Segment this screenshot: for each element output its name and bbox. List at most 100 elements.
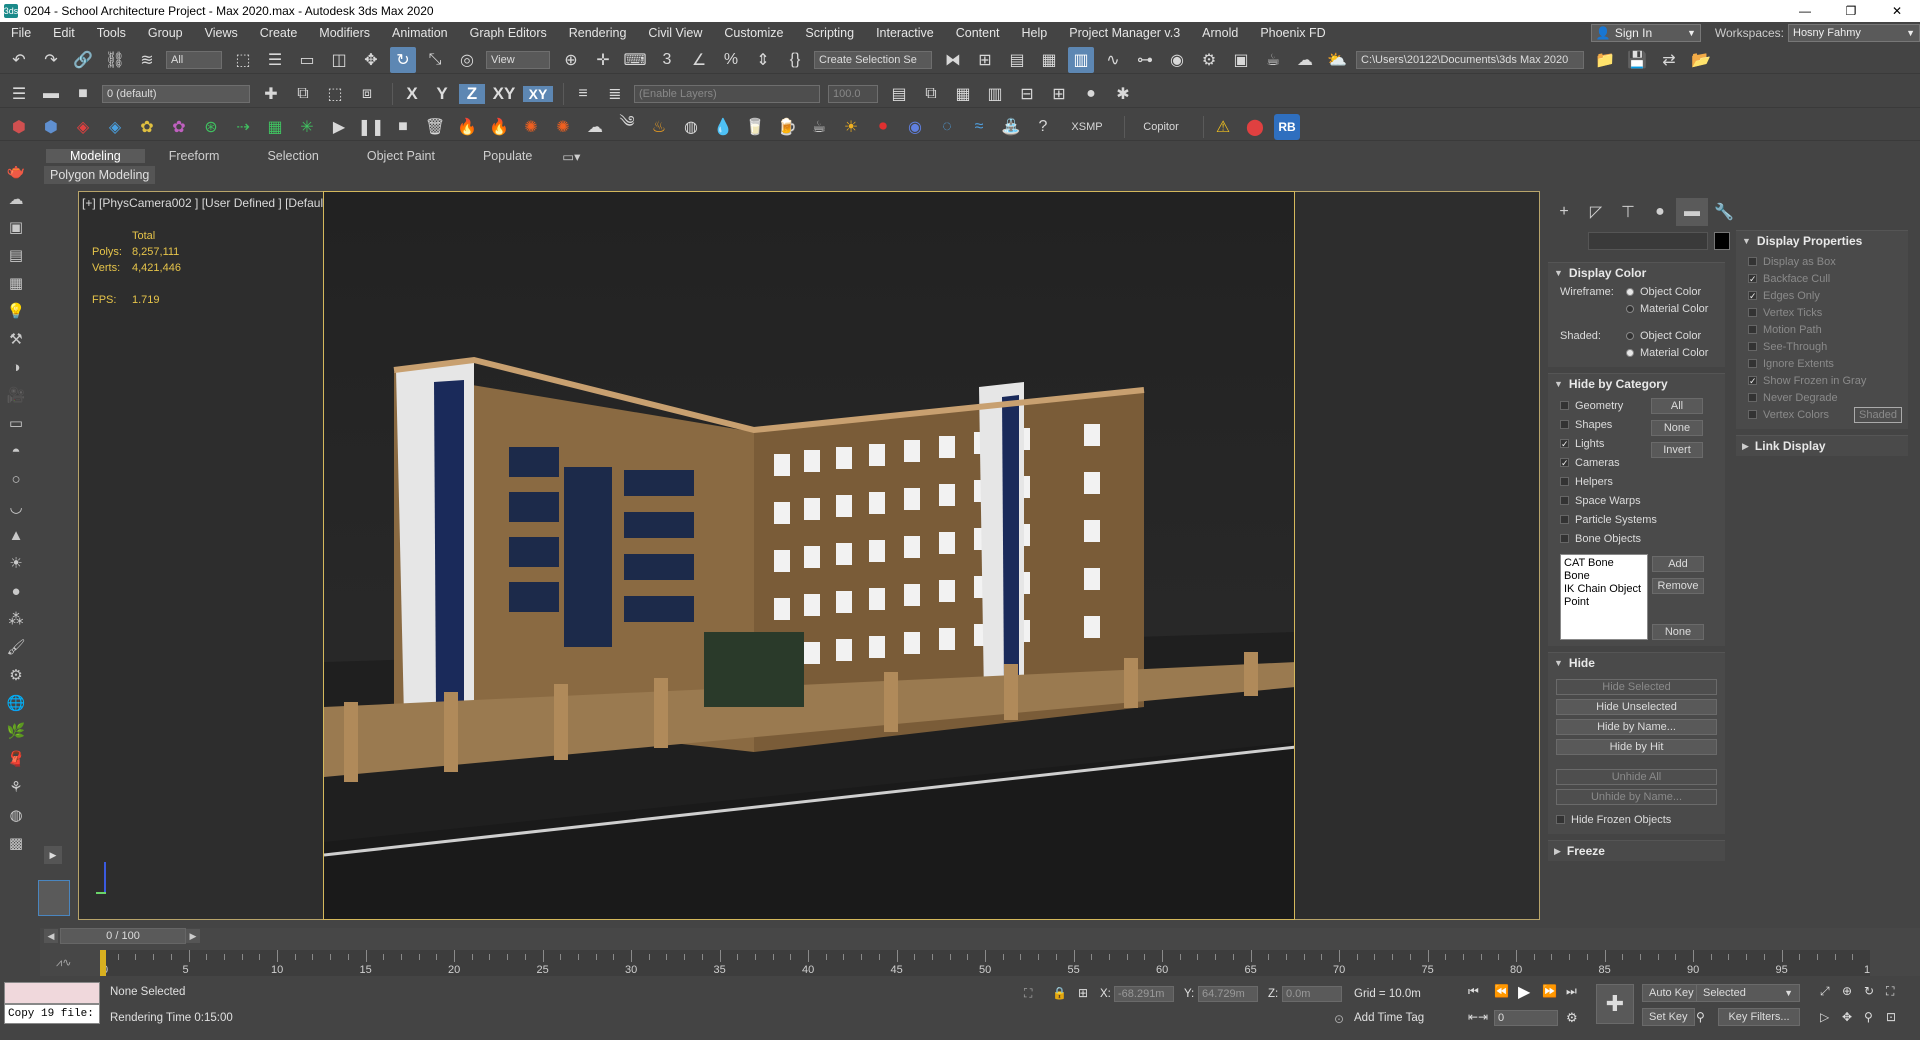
next-key-icon[interactable]: ⏩ — [1542, 984, 1557, 998]
fire-red-icon[interactable]: ◈ — [70, 114, 96, 140]
sphere-icon[interactable]: ○ — [3, 465, 29, 493]
milk-icon[interactable]: 🥛 — [742, 114, 768, 140]
axis-y-button[interactable]: Y — [429, 84, 455, 104]
create-layer-icon[interactable]: ✚ — [258, 81, 284, 107]
add-layer-icon[interactable]: ⊞ — [1046, 81, 1072, 107]
restore-button[interactable]: ❐ — [1828, 0, 1874, 22]
help-icon[interactable]: ? — [1030, 114, 1056, 140]
workspace-combo[interactable]: Hosny Fahmy ▼ — [1788, 24, 1920, 42]
smoke-icon[interactable]: ☁ — [582, 114, 608, 140]
motion-path-checkbox[interactable] — [1748, 325, 1757, 334]
rollout-hide-header[interactable]: ▼ Hide — [1548, 653, 1725, 673]
xsmp-button[interactable]: XSMP — [1062, 114, 1112, 140]
link-icon[interactable]: 🔗 — [70, 47, 96, 73]
rect-selection-icon[interactable]: ▭ — [294, 47, 320, 73]
delete-layer-icon[interactable]: ⊟ — [1014, 81, 1040, 107]
geometry-checkbox[interactable] — [1560, 401, 1569, 410]
select-by-name-icon[interactable]: ☰ — [262, 47, 288, 73]
ball-icon[interactable]: ● — [3, 577, 29, 605]
mirror-icon[interactable]: ⧓ — [940, 47, 966, 73]
window-crossing-icon[interactable]: ◫ — [326, 47, 352, 73]
menu-arnold[interactable]: Arnold — [1191, 26, 1249, 40]
snap-3d-icon[interactable]: 3 — [654, 47, 680, 73]
hide-none-button[interactable]: None — [1651, 420, 1703, 436]
next-frame-icon[interactable]: ▶ — [186, 929, 200, 943]
rollout-hide-by-category-header[interactable]: ▼ Hide by Category — [1548, 374, 1725, 394]
render-icon[interactable]: ☕ — [1260, 47, 1286, 73]
unlink-icon[interactable]: ⛓ — [102, 47, 128, 73]
edges-only-checkbox[interactable]: ✓ — [1748, 291, 1757, 301]
minimize-button[interactable]: — — [1782, 0, 1828, 22]
hf-icon[interactable]: ⚘ — [3, 773, 29, 801]
unhide-by-name-button[interactable]: Unhide by Name... — [1556, 789, 1717, 805]
world-icon[interactable]: ◍ — [3, 801, 29, 829]
menu-create[interactable]: Create — [249, 26, 309, 40]
pause-icon[interactable]: ❚❚ — [358, 114, 385, 140]
project-open-icon[interactable]: 📂 — [1688, 47, 1714, 73]
tool-icon[interactable]: ⚒ — [3, 325, 29, 353]
selection-set-combo[interactable]: Create Selection Se — [814, 50, 932, 69]
space-warps-checkbox[interactable] — [1560, 496, 1569, 505]
set-current-layer-icon[interactable]: ⧈ — [354, 81, 380, 107]
reference-coord-combo[interactable]: View — [486, 50, 550, 69]
menu-help[interactable]: Help — [1011, 26, 1059, 40]
ribbon-options-icon[interactable]: ▭▾ — [556, 149, 586, 164]
collapse-icon[interactable]: ▥ — [982, 81, 1008, 107]
hide-unselected-button[interactable]: Hide Unselected — [1556, 699, 1717, 715]
camera-icon[interactable]: 🎥 — [3, 381, 29, 409]
utilities-tab-icon[interactable]: 🔧 — [1708, 198, 1740, 226]
candle-icon[interactable]: ♨ — [646, 114, 672, 140]
axis-xy-active-button[interactable]: XY — [523, 85, 553, 102]
coffee-icon[interactable]: ☕ — [806, 114, 832, 140]
backface-cull-checkbox[interactable]: ✓ — [1748, 274, 1757, 284]
schematic-view-icon[interactable]: ⊶ — [1132, 47, 1158, 73]
render-iterative-icon[interactable]: ☁ — [1292, 47, 1318, 73]
render-setup-icon[interactable]: ⚙ — [1196, 47, 1222, 73]
vertex-colors-shaded-button[interactable]: Shaded — [1854, 406, 1902, 423]
current-frame-field[interactable]: 0 — [1494, 1010, 1558, 1026]
project-sync-icon[interactable]: ⇄ — [1656, 47, 1682, 73]
value-spinner[interactable]: 100.0 — [828, 84, 878, 103]
script-icon[interactable]: ▩ — [3, 829, 29, 857]
add-category-button[interactable]: Add — [1652, 556, 1704, 572]
maximize-viewport-icon[interactable]: ⛶ — [1886, 984, 1894, 999]
menu-views[interactable]: Views — [194, 26, 249, 40]
ribbon-panel-polygon-modeling[interactable]: Polygon Modeling — [44, 166, 156, 184]
prev-frame-icon[interactable]: ◀ — [44, 929, 58, 943]
ignore-extents-checkbox[interactable] — [1748, 359, 1757, 368]
remove-category-button[interactable]: Remove — [1652, 578, 1704, 594]
hide-frozen-objects-checkbox[interactable] — [1556, 815, 1565, 824]
tab-object-paint[interactable]: Object Paint — [343, 149, 459, 163]
bind-spacewarp-icon[interactable]: ≋ — [134, 47, 160, 73]
see-through-checkbox[interactable] — [1748, 342, 1757, 351]
layer-hide-freeze-icon[interactable]: ▬ — [38, 81, 64, 107]
selection-filter-combo[interactable]: All — [166, 50, 222, 69]
material-editor-icon[interactable]: ◉ — [1164, 47, 1190, 73]
particle-systems-checkbox[interactable] — [1560, 515, 1569, 524]
create-tab-icon[interactable]: + — [1548, 198, 1580, 226]
pivot-icon[interactable]: ⊕ — [558, 47, 584, 73]
scene-explorer-icon[interactable]: ▥ — [1068, 46, 1094, 73]
select-manipulate-icon[interactable]: ✛ — [590, 47, 616, 73]
category-list-item[interactable]: CAT Bone — [1564, 557, 1644, 570]
zoom-all-icon[interactable]: ⊕ — [1842, 984, 1852, 998]
maxscript-listener-input[interactable]: Copy 19 file: — [4, 1004, 100, 1024]
isolate-icon[interactable]: ⛶ — [1024, 986, 1032, 1001]
cube-red-icon[interactable]: ⬢ — [6, 114, 32, 140]
rollout-display-color-header[interactable]: ▼ Display Color — [1548, 263, 1725, 283]
swirl-icon[interactable]: ◍ — [678, 114, 704, 140]
orbit-icon[interactable]: ↻ — [1864, 984, 1874, 998]
shaded-object-color-radio[interactable] — [1626, 331, 1634, 340]
edit-named-selections-icon[interactable]: {} — [782, 47, 808, 73]
layer-color-icon[interactable]: ■ — [70, 81, 96, 107]
sphere-icon[interactable]: ● — [1078, 81, 1104, 107]
move-icon[interactable]: ✥ — [358, 47, 384, 73]
tab-modeling[interactable]: Modeling — [46, 149, 145, 163]
track-bar[interactable]: 0510152025303540455055606570758085909510… — [100, 950, 1882, 976]
record-icon[interactable]: ⏺ — [870, 114, 896, 140]
plane-icon[interactable]: ▭ — [3, 409, 29, 437]
modify-tab-icon[interactable]: ◸ — [1580, 198, 1612, 226]
trash-icon[interactable]: 🗑 — [422, 114, 448, 140]
select-object-icon[interactable]: ⬚ — [230, 47, 256, 73]
menu-modifiers[interactable]: Modifiers — [308, 26, 381, 40]
